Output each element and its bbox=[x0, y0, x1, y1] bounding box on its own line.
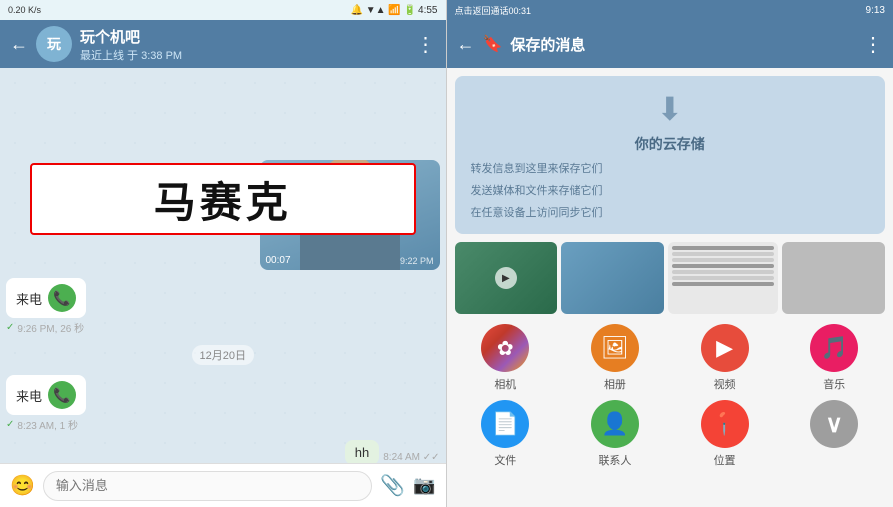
phone-icon[interactable]: 📞 bbox=[48, 284, 76, 312]
status-bar-right: 点击返回通话00:31 9:13 bbox=[447, 0, 893, 20]
app-contact[interactable]: 👤 联系人 bbox=[579, 400, 651, 468]
gray-thumb[interactable] bbox=[782, 242, 885, 314]
doc-line-6 bbox=[672, 276, 775, 280]
video-app-icon: ▶ bbox=[701, 324, 749, 372]
video-thumb-1[interactable]: ▶ bbox=[455, 242, 558, 314]
doc-line-1 bbox=[672, 246, 775, 250]
chat-title: 玩个机吧 bbox=[80, 26, 408, 47]
right-more-button[interactable]: ⋮ bbox=[863, 32, 883, 57]
file-app-icon: 📄 bbox=[481, 400, 529, 448]
location-app-label: 位置 bbox=[714, 452, 736, 468]
video-app-label: 视频 bbox=[714, 376, 736, 392]
contact-app-label: 联系人 bbox=[598, 452, 631, 468]
call2-meta: ✓ 8:23 AM, 1 秒 bbox=[6, 417, 86, 432]
saved-messages-header: ← 🔖 保存的消息 ⋮ bbox=[447, 20, 893, 68]
cloud-download-icon: ⬇ bbox=[656, 90, 683, 128]
call-meta: ✓ 9:26 PM, 26 秒 bbox=[6, 320, 86, 335]
phone2-icon[interactable]: 📞 bbox=[48, 381, 76, 409]
cloud-bullet-2: 发送媒体和文件来存储它们 bbox=[471, 182, 603, 198]
call-status-text[interactable]: 点击返回通话00:31 bbox=[455, 4, 532, 17]
cloud-bullet-3: 在任意设备上访问同步它们 bbox=[471, 204, 603, 220]
doc-thumb-1[interactable] bbox=[668, 242, 779, 314]
contact-app-icon: 👤 bbox=[591, 400, 639, 448]
doc-line-3 bbox=[672, 258, 775, 262]
doc-line-5 bbox=[672, 270, 775, 274]
left-phone: 0.20 K/s 🔔 ▼▲ 📶 🔋 4:55 ← 玩 玩个机吧 最近上线 于 3… bbox=[0, 0, 446, 507]
location-app-icon: 📍 bbox=[701, 400, 749, 448]
back-button[interactable]: ← bbox=[10, 34, 28, 55]
checkmark-icon: ✓ bbox=[6, 322, 14, 333]
hh-message: 8:24 AM ✓✓ hh bbox=[6, 440, 440, 463]
chat-messages: ▶ 00:09 9:22 PM 马赛克 00:07 9:22 PM 来电 � bbox=[0, 68, 446, 463]
app-row-2: 📄 文件 👤 联系人 📍 位置 ∨ bbox=[455, 400, 886, 468]
camera-button[interactable]: 📷 bbox=[413, 475, 435, 496]
call2-content: 来电 📞 ✓ 8:23 AM, 1 秒 bbox=[6, 375, 86, 432]
right-time: 9:13 bbox=[866, 5, 885, 16]
call2-bubble: 来电 📞 bbox=[6, 375, 86, 415]
file-app-label: 文件 bbox=[494, 452, 516, 468]
hh-meta: 8:24 AM ✓✓ bbox=[383, 452, 439, 463]
music-app-label: 音乐 bbox=[823, 376, 845, 392]
call-content: 来电 📞 ✓ 9:26 PM, 26 秒 bbox=[6, 278, 86, 335]
chat-header-info: 玩个机吧 最近上线 于 3:38 PM bbox=[80, 26, 408, 63]
emoji-button[interactable]: 😊 bbox=[10, 473, 35, 498]
app-row-1: ✿ 相机 🖼 相册 ▶ 视频 🎵 音乐 bbox=[455, 324, 886, 392]
music-app-icon: 🎵 bbox=[810, 324, 858, 372]
gallery-app-icon: 🖼 bbox=[591, 324, 639, 372]
cloud-title: 你的云存储 bbox=[635, 134, 705, 154]
attach-button[interactable]: 📎 bbox=[380, 473, 405, 498]
app-more[interactable]: ∨ bbox=[798, 400, 870, 468]
doc-line-4 bbox=[672, 264, 775, 268]
thumb-image bbox=[561, 242, 664, 314]
cloud-bullet-1: 转发信息到这里来保存它们 bbox=[471, 160, 603, 176]
camera-app-label: 相机 bbox=[494, 376, 516, 392]
saved-messages-title: 保存的消息 bbox=[510, 34, 855, 55]
doc-line-7 bbox=[672, 282, 775, 286]
gallery-app-label: 相册 bbox=[604, 376, 626, 392]
app-music[interactable]: 🎵 音乐 bbox=[798, 324, 870, 392]
more-options-button[interactable]: ⋮ bbox=[416, 32, 436, 57]
status-bar-left: 0.20 K/s 🔔 ▼▲ 📶 🔋 4:55 bbox=[0, 0, 446, 20]
mosaic-text: 马赛克 bbox=[154, 169, 292, 230]
date-separator: 12月20日 bbox=[192, 345, 254, 365]
image-thumb-1[interactable] bbox=[561, 242, 664, 314]
right-header-info: 保存的消息 bbox=[510, 34, 855, 55]
mosaic-overlay: 马赛克 bbox=[30, 163, 416, 235]
incoming-call-2: 来电 📞 ✓ 8:23 AM, 1 秒 bbox=[6, 375, 440, 432]
face-video-ts: 9:22 PM bbox=[400, 256, 434, 266]
cloud-storage-card: ⬇ 你的云存储 转发信息到这里来保存它们 发送媒体和文件来存储它们 在任意设备上… bbox=[455, 76, 886, 234]
app-grid: ✿ 相机 🖼 相册 ▶ 视频 🎵 音乐 bbox=[447, 314, 893, 478]
doc-line-2 bbox=[672, 252, 775, 256]
bookmark-icon: 🔖 bbox=[483, 34, 503, 54]
input-bar: 😊 📎 📷 bbox=[0, 463, 446, 507]
camera-app-icon: ✿ bbox=[481, 324, 529, 372]
more-app-icon: ∨ bbox=[810, 400, 858, 448]
face-video-duration: 00:07 bbox=[266, 255, 291, 266]
app-gallery[interactable]: 🖼 相册 bbox=[579, 324, 651, 392]
app-camera[interactable]: ✿ 相机 bbox=[469, 324, 541, 392]
incoming-call-1: 来电 📞 ✓ 9:26 PM, 26 秒 bbox=[6, 278, 440, 335]
call2-label: 来电 bbox=[16, 386, 42, 405]
right-back-button[interactable]: ← bbox=[457, 34, 475, 55]
app-video[interactable]: ▶ 视频 bbox=[689, 324, 761, 392]
media-thumbnails: ▶ bbox=[455, 242, 886, 314]
chat-avatar: 玩 bbox=[36, 26, 72, 62]
network-speed: 0.20 K/s bbox=[8, 5, 41, 15]
gray-thumb-bg bbox=[782, 242, 885, 314]
status-icons: 🔔 ▼▲ 📶 🔋 4:55 bbox=[351, 5, 438, 16]
message-input[interactable] bbox=[43, 471, 372, 501]
right-phone: 点击返回通话00:31 9:13 ← 🔖 保存的消息 ⋮ ⬇ 你的云存储 转发信… bbox=[447, 0, 893, 507]
checkmark2-icon: ✓ bbox=[6, 419, 14, 430]
app-location[interactable]: 📍 位置 bbox=[689, 400, 761, 468]
thumb-play-icon[interactable]: ▶ bbox=[495, 267, 517, 289]
app-file[interactable]: 📄 文件 bbox=[469, 400, 541, 468]
call-bubble: 来电 📞 bbox=[6, 278, 86, 318]
chat-subtitle: 最近上线 于 3:38 PM bbox=[80, 47, 408, 63]
hh-bubble: hh bbox=[345, 440, 379, 463]
call-label: 来电 bbox=[16, 289, 42, 308]
chat-header-left: ← 玩 玩个机吧 最近上线 于 3:38 PM ⋮ bbox=[0, 20, 446, 68]
